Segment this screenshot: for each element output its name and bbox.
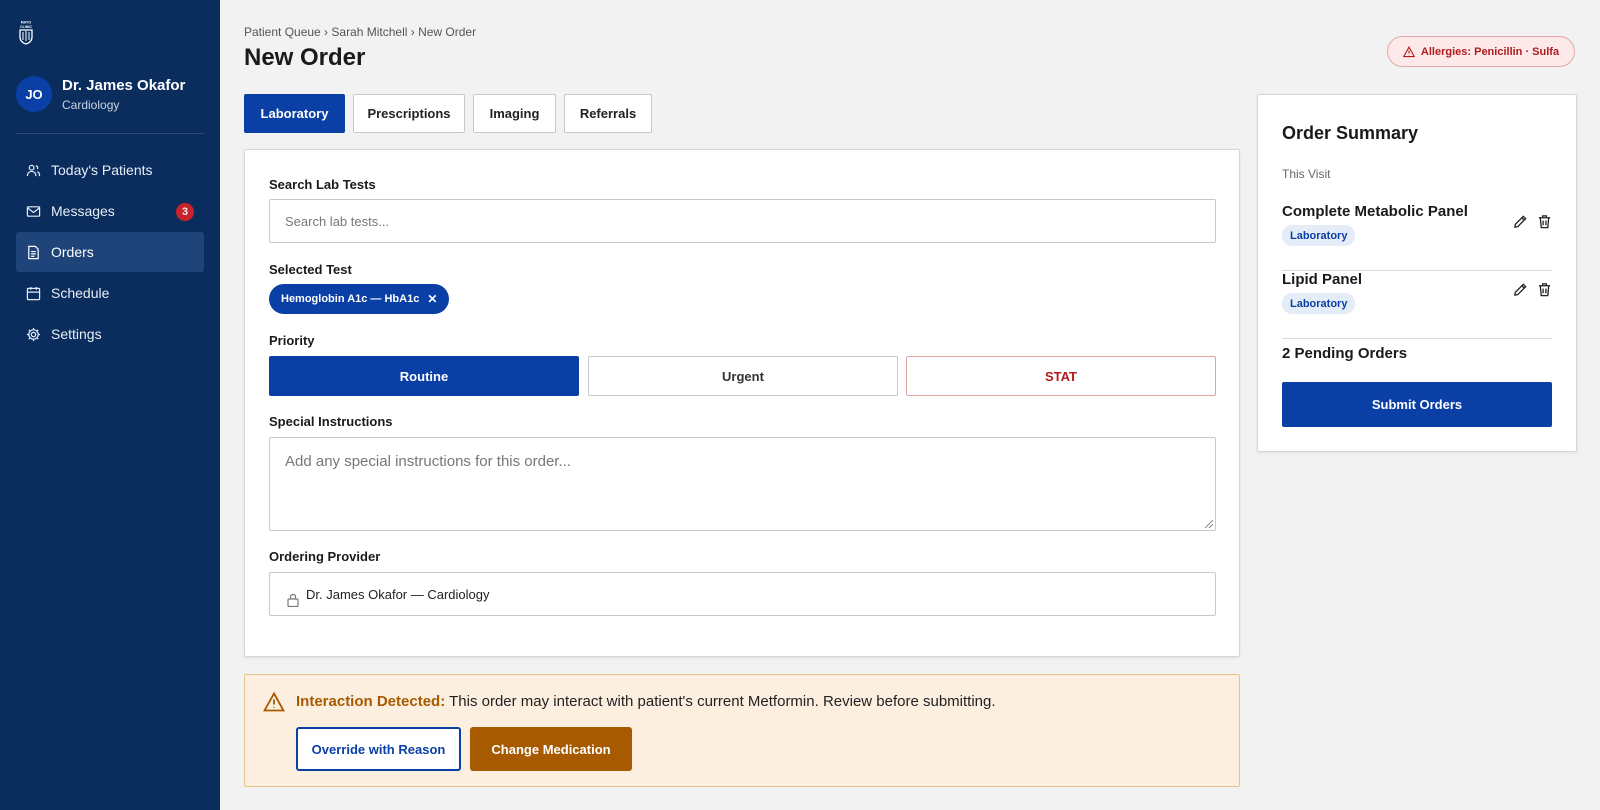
sidebar-item-settings[interactable]: Settings [16, 314, 204, 354]
interaction-body: This order may interact with patient's c… [449, 693, 996, 710]
order-name: Complete Metabolic Panel [1282, 203, 1468, 220]
allergy-badge[interactable]: Allergies: Penicillin · Sulfa [1387, 36, 1575, 67]
allergy-label: Allergies: Penicillin · Sulfa [1420, 45, 1560, 58]
svg-text:CLINIC: CLINIC [20, 25, 32, 29]
selected-test-label: Selected Test [269, 262, 352, 277]
selected-test-chip[interactable]: Hemoglobin A1c — HbA1c ✕ [269, 284, 450, 314]
warning-icon [1402, 45, 1415, 57]
interaction-message: Interaction Detected: This order may int… [296, 693, 996, 710]
sidebar-item-label: Schedule [51, 285, 110, 301]
interaction-alert: Interaction Detected: This order may int… [244, 674, 1240, 787]
provider-label: Ordering Provider [269, 549, 381, 564]
trash-icon[interactable] [1537, 282, 1552, 297]
gear-icon [26, 327, 41, 341]
sidebar-item-label: Today's Patients [51, 162, 153, 178]
instructions-label: Special Instructions [269, 414, 393, 429]
sidebar-item-label: Settings [51, 326, 102, 342]
interaction-title: Interaction Detected: [296, 693, 446, 710]
override-with-reason-button[interactable]: Override with Reason [296, 727, 461, 771]
summary-list-item: Lipid Panel Laboratory [1282, 271, 1552, 339]
priority-stat-button[interactable]: STAT [906, 356, 1216, 396]
user-profile[interactable]: JO Dr. James Okafor Cardiology [16, 76, 185, 112]
document-icon [28, 245, 39, 259]
resize-handle-icon[interactable] [1204, 519, 1213, 528]
sidebar-item-messages[interactable]: Messages 3 [16, 191, 204, 231]
order-name: Lipid Panel [1282, 271, 1363, 288]
close-icon[interactable]: ✕ [427, 292, 437, 306]
summary-title: Order Summary [1282, 123, 1419, 143]
order-type-tabs: Laboratory Prescriptions Imaging Referra… [244, 94, 660, 133]
messages-count-badge: 3 [176, 203, 194, 221]
edit-pencil-icon[interactable] [1513, 214, 1528, 229]
mayo-clinic-shield-icon[interactable]: MAYO CLINIC [17, 19, 35, 45]
tab-prescriptions[interactable]: Prescriptions [353, 94, 465, 133]
sidebar-item-label: Messages [51, 203, 115, 219]
sidebar-item-schedule[interactable]: Schedule [16, 273, 204, 313]
instructions-textarea[interactable]: Add any special instructions for this or… [269, 437, 1216, 531]
priority-label: Priority [269, 333, 315, 348]
sidebar: MAYO CLINIC JO Dr. James Okafor Cardiolo… [0, 0, 220, 810]
selected-test-value: Hemoglobin A1c — HbA1c [281, 293, 420, 305]
calendar-icon [26, 286, 41, 300]
order-summary-panel: Order Summary This Visit Complete Metabo… [1257, 94, 1577, 452]
warning-icon [263, 692, 285, 712]
page-title: New Order [244, 44, 366, 71]
tab-laboratory[interactable]: Laboratory [244, 94, 345, 133]
users-icon [26, 164, 41, 176]
priority-urgent-button[interactable]: Urgent [588, 356, 898, 396]
priority-routine-button[interactable]: Routine [269, 356, 579, 396]
sidebar-item-label: Orders [51, 244, 94, 260]
search-input[interactable]: Search lab tests... [269, 199, 1216, 243]
breadcrumb[interactable]: Patient Queue › Sarah Mitchell › New Ord… [244, 25, 476, 39]
svg-text:MAYO: MAYO [21, 21, 32, 25]
trash-icon[interactable] [1537, 214, 1552, 229]
order-category-badge: Laboratory [1282, 293, 1356, 314]
pending-orders-count: 2 Pending Orders [1282, 345, 1408, 362]
submit-orders-button[interactable]: Submit Orders [1282, 382, 1552, 427]
provider-field: Dr. James Okafor — Cardiology [269, 572, 1216, 616]
avatar: JO [16, 76, 52, 112]
tab-imaging[interactable]: Imaging [473, 94, 556, 133]
search-label: Search Lab Tests [269, 177, 376, 192]
sidebar-divider [16, 133, 204, 134]
sidebar-nav: Today's Patients Messages 3 Orders Sched… [16, 150, 204, 355]
summary-subtitle: This Visit [1282, 167, 1331, 181]
lock-icon [287, 593, 299, 607]
edit-pencil-icon[interactable] [1513, 282, 1528, 297]
sidebar-item-todays-patients[interactable]: Today's Patients [16, 150, 204, 190]
summary-list-item: Complete Metabolic Panel Laboratory [1282, 203, 1552, 271]
sidebar-item-orders[interactable]: Orders [16, 232, 204, 272]
provider-value: Dr. James Okafor — Cardiology [306, 586, 490, 602]
order-form-card: Search Lab Tests Search lab tests... Sel… [244, 149, 1240, 657]
user-department: Cardiology [62, 97, 120, 112]
change-medication-button[interactable]: Change Medication [470, 727, 632, 771]
order-category-badge: Laboratory [1282, 225, 1356, 246]
mail-icon [26, 205, 41, 217]
tab-referrals[interactable]: Referrals [564, 94, 652, 133]
user-name: Dr. James Okafor [62, 76, 186, 94]
instructions-placeholder: Add any special instructions for this or… [285, 453, 571, 470]
